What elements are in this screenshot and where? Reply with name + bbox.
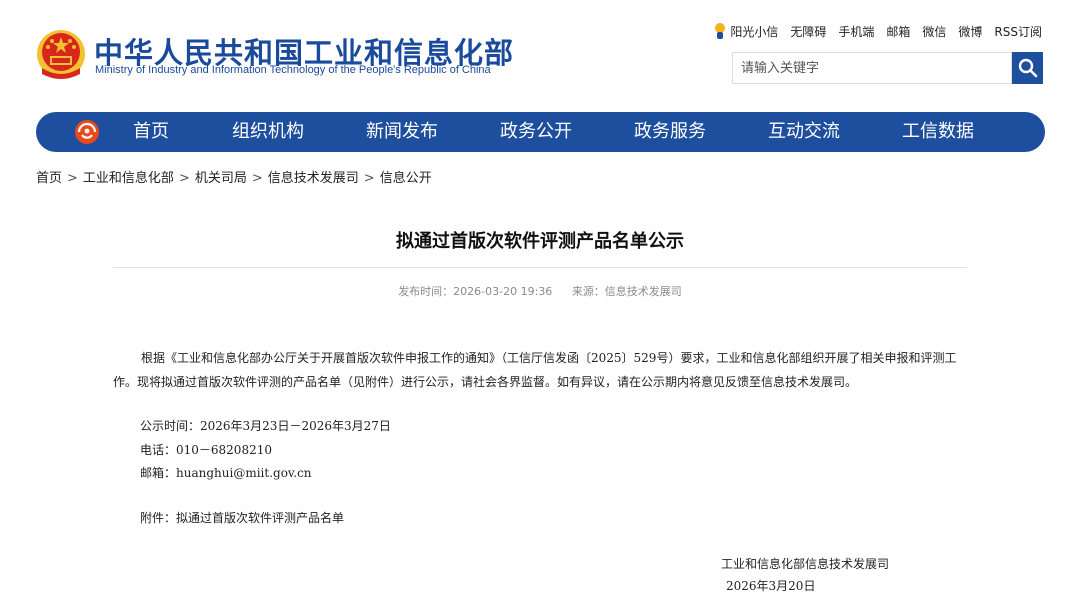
article-meta: 发布时间：2026-03-20 19:36 来源：信息技术发展司	[0, 283, 1080, 299]
notice-period: 公示时间：2026年3月23日－2026年3月27日	[140, 419, 391, 433]
breadcrumb-separator: >	[67, 171, 78, 186]
top-link-mailbox[interactable]: 邮箱	[886, 23, 910, 40]
site-subtitle: Ministry of Industry and Information Tec…	[95, 64, 491, 76]
top-link-rss[interactable]: RSS订阅	[994, 23, 1042, 40]
top-link-sunshine[interactable]: 阳光小信	[730, 23, 778, 40]
breadcrumb-separator: >	[251, 171, 263, 186]
nav-item-gov-affairs-open[interactable]: 政务公开	[500, 112, 572, 152]
sun-mascot-icon	[715, 23, 726, 39]
search-input[interactable]	[732, 52, 1012, 84]
breadcrumb-info-public[interactable]: 信息公开	[380, 171, 432, 186]
signature-org: 工业和信息化部信息技术发展司	[721, 557, 890, 571]
signature-date: 2026年3月20日	[726, 579, 816, 593]
title-divider	[113, 267, 967, 268]
nav-item-gov-services[interactable]: 政务服务	[634, 112, 706, 152]
attachment-link[interactable]: 附件：拟通过首版次软件评测产品名单	[140, 509, 344, 526]
search-icon	[1018, 58, 1037, 78]
nav-item-home[interactable]: 首页	[133, 112, 169, 152]
top-link-mobile[interactable]: 手机端	[838, 23, 874, 40]
breadcrumb-miit[interactable]: 工业和信息化部	[83, 171, 174, 186]
top-link-weibo[interactable]: 微博	[958, 23, 982, 40]
publish-time: 发布时间：2026-03-20 19:36	[398, 285, 553, 298]
top-links: 阳光小信 无障碍 手机端 邮箱 微信 微博 RSS订阅	[713, 22, 1042, 40]
nav-item-organization[interactable]: 组织机构	[232, 112, 304, 152]
breadcrumb: 首页 > 工业和信息化部 > 机关司局 > 信息技术发展司 > 信息公开	[36, 167, 432, 186]
top-link-wechat[interactable]: 微信	[922, 23, 946, 40]
breadcrumb-it-dept[interactable]: 信息技术发展司	[268, 171, 359, 186]
breadcrumb-separator: >	[363, 171, 375, 186]
article-paragraph: 根据《工业和信息化部办公厅关于开展首版次软件申报工作的通知》（工信厅信发函〔20…	[113, 351, 957, 389]
main-nav: 首页 组织机构 新闻发布 政务公开 政务服务 互动交流 工信数据	[36, 112, 1045, 152]
nav-item-data[interactable]: 工信数据	[902, 112, 974, 152]
breadcrumb-separator: >	[178, 171, 190, 186]
article-source: 来源：信息技术发展司	[571, 285, 682, 298]
breadcrumb-home[interactable]: 首页	[36, 171, 62, 186]
top-link-accessibility[interactable]: 无障碍	[790, 23, 826, 40]
article-title: 拟通过首版次软件评测产品名单公示	[396, 231, 684, 252]
nav-item-interaction[interactable]: 互动交流	[768, 112, 840, 152]
breadcrumb-departments[interactable]: 机关司局	[195, 171, 247, 186]
search-button[interactable]	[1012, 52, 1043, 84]
national-emblem-icon	[37, 30, 85, 79]
nav-item-news[interactable]: 新闻发布	[366, 112, 438, 152]
contact-phone: 电话：010－68208210	[140, 443, 272, 457]
miit-logo-icon	[75, 120, 99, 144]
contact-email[interactable]: 邮箱：huanghui@miit.gov.cn	[140, 464, 312, 481]
